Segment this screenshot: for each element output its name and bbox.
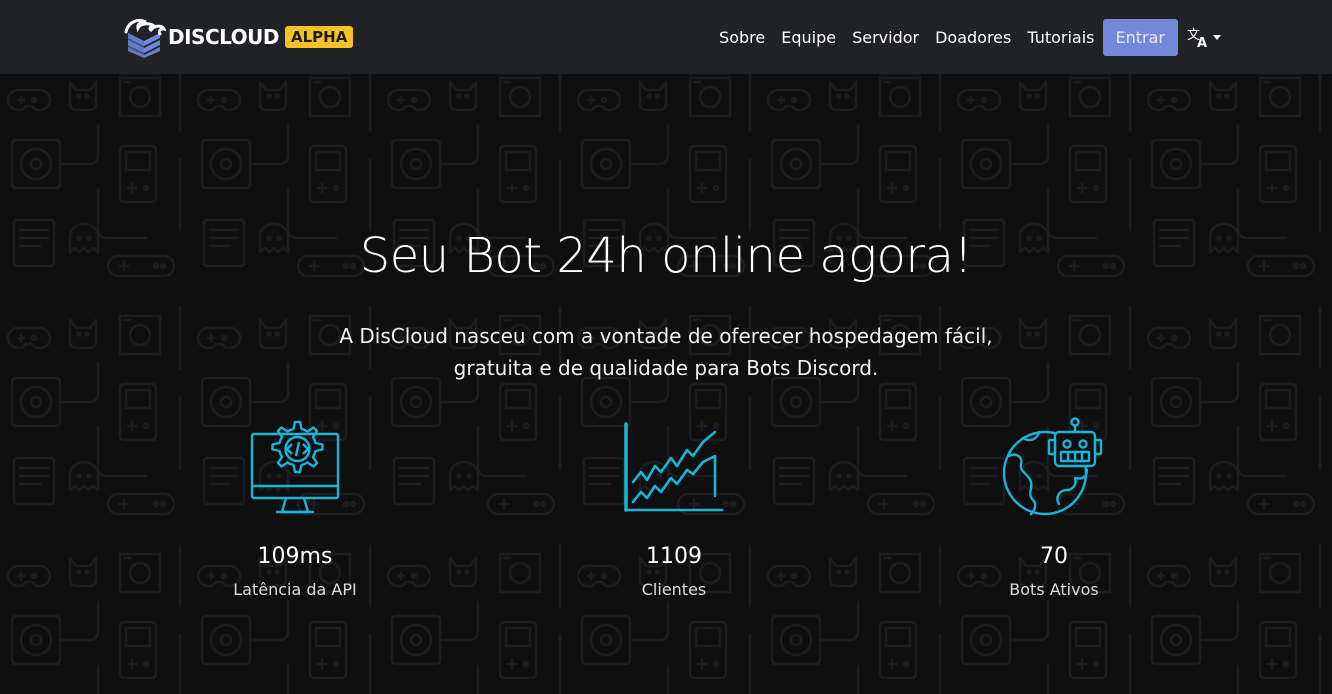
hero-title: Seu Bot 24h online agora!: [359, 228, 973, 284]
stat-active-bots: 70 Bots Ativos: [944, 416, 1164, 599]
monitor-code-gear-icon: [250, 420, 340, 514]
hero-subtitle: A DisCloud nasceu com a vontade de ofere…: [316, 320, 1016, 384]
stat-clients: 1109 Clientes: [564, 416, 784, 599]
nav-link-sobre[interactable]: Sobre: [711, 28, 773, 47]
brand-link[interactable]: DISCLOUD ALPHA: [122, 16, 354, 58]
chevron-down-icon: [1213, 34, 1221, 40]
stat-active-bots-label: Bots Ativos: [1009, 580, 1099, 599]
discloud-logo-icon: [124, 18, 166, 58]
language-dropdown[interactable]: 文 A: [1186, 25, 1221, 49]
stat-active-bots-value: 70: [1040, 544, 1068, 569]
alpha-badge: ALPHA: [285, 26, 354, 48]
nav-link-servidor[interactable]: Servidor: [844, 28, 927, 47]
hero-subtitle-line-2: gratuita e de qualidade para Bots Discor…: [453, 356, 879, 380]
svg-text:A: A: [1197, 36, 1207, 49]
stat-clients-value: 1109: [646, 544, 702, 569]
login-button[interactable]: Entrar: [1102, 18, 1178, 56]
nav-links: Sobre Equipe Servidor Doadores Tutoriais…: [711, 18, 1221, 56]
translate-icon: 文 A: [1187, 28, 1207, 49]
stat-clients-label: Clientes: [641, 580, 707, 599]
hero-subtitle-line-1: A DisCloud nasceu com a vontade de ofere…: [339, 324, 993, 348]
brand-name: DISCLOUD: [168, 25, 280, 49]
stat-api-latency-label: Latência da API: [233, 580, 357, 599]
growth-chart-icon: [624, 422, 724, 512]
stat-api-latency-value: 109ms: [257, 544, 333, 569]
navbar: DISCLOUD ALPHA Sobre Equipe Servidor Doa…: [0, 0, 1332, 74]
stat-api-latency: 109ms Latência da API: [185, 416, 405, 599]
nav-link-doadores[interactable]: Doadores: [927, 28, 1019, 47]
nav-link-tutoriais[interactable]: Tutoriais: [1019, 28, 1102, 47]
globe-robot-icon: [1003, 417, 1103, 516]
background-pattern: [0, 74, 1332, 694]
nav-link-equipe[interactable]: Equipe: [773, 28, 844, 47]
